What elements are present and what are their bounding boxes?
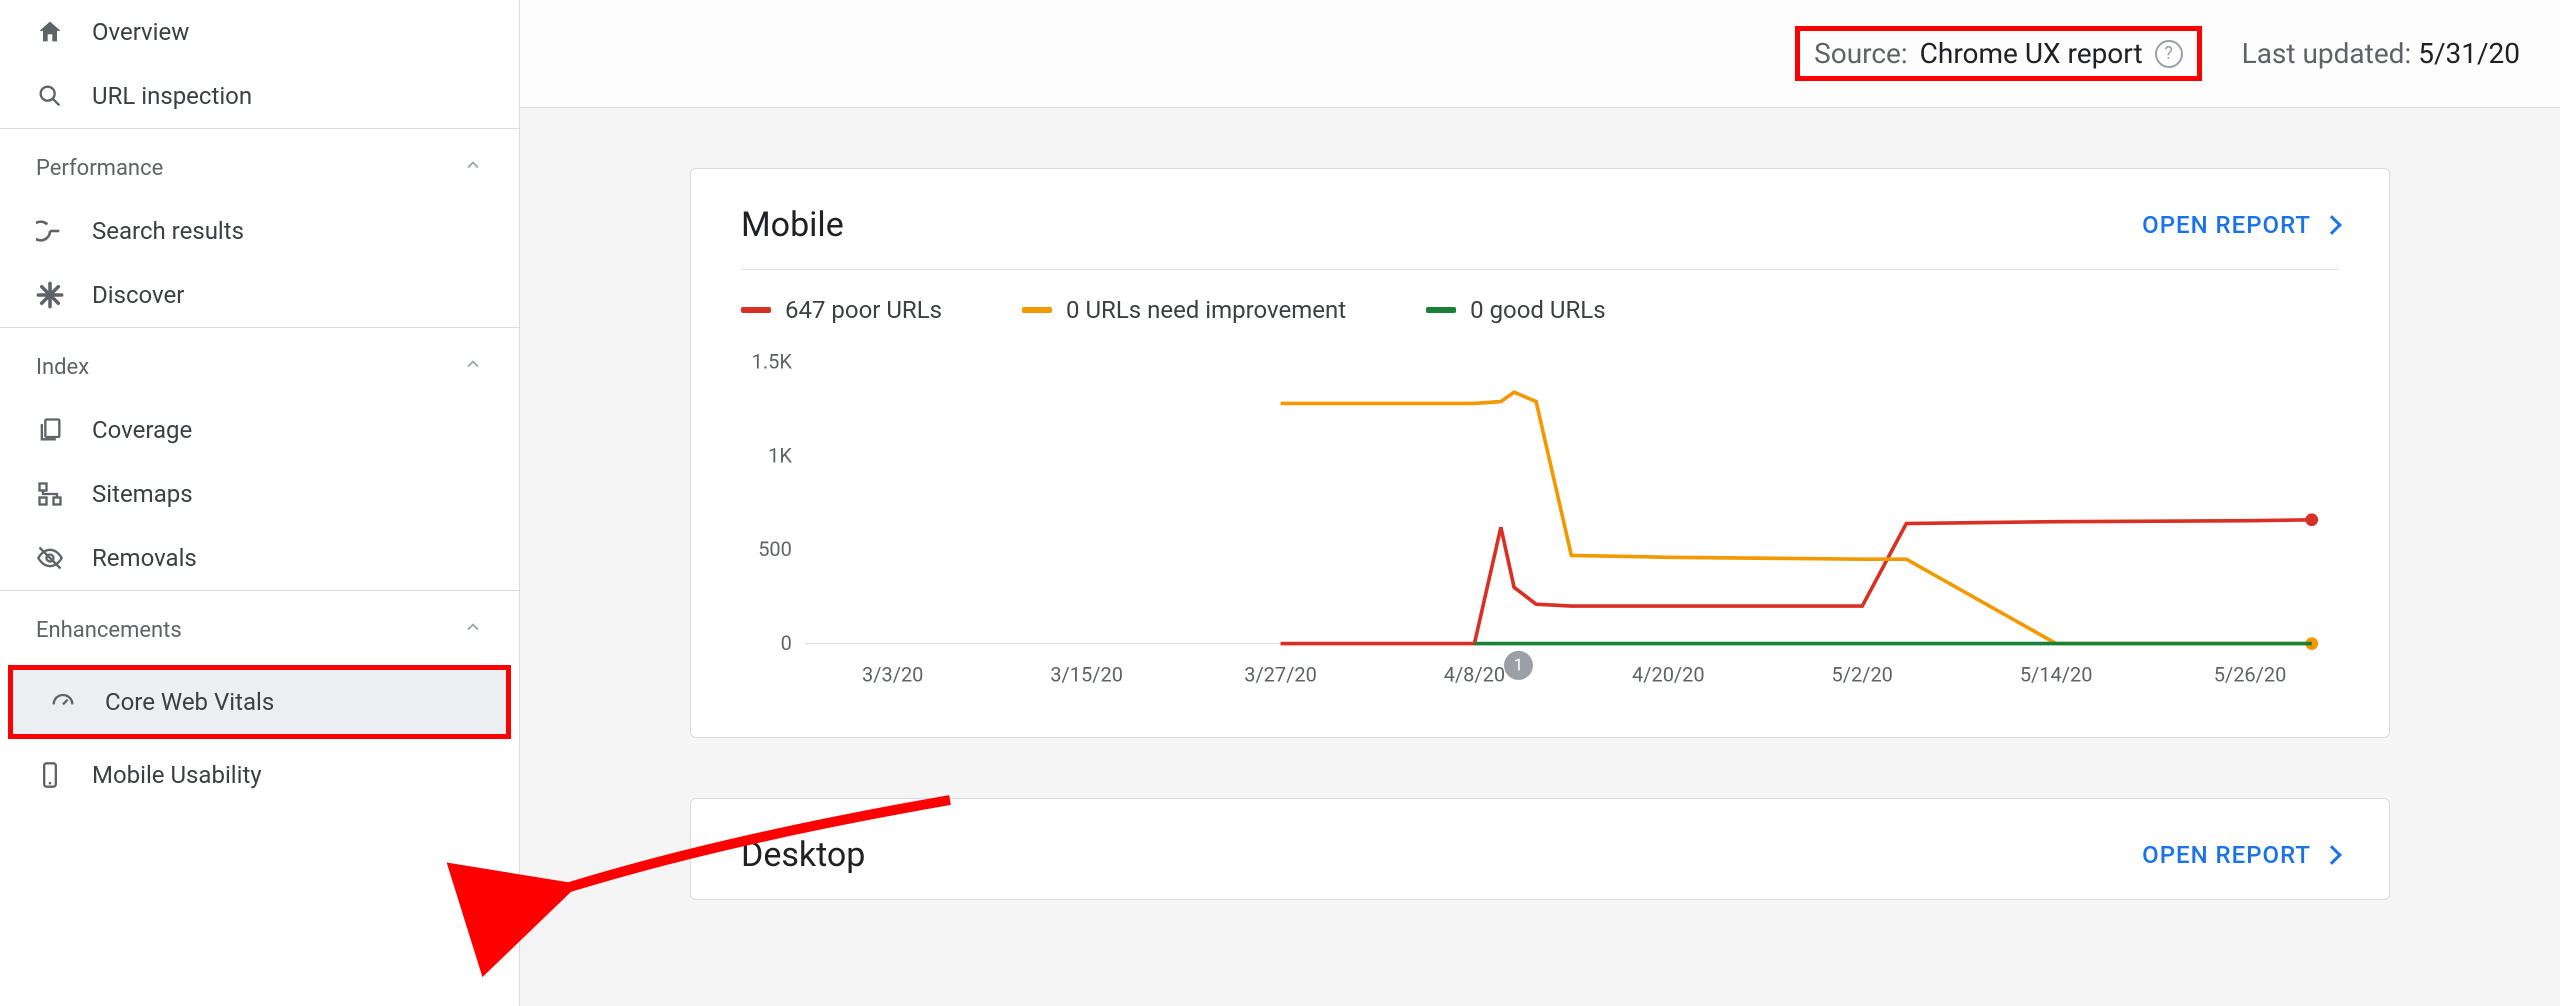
sidebar-item-label: Core Web Vitals — [105, 688, 274, 716]
sidebar-item-label: Search results — [92, 217, 244, 245]
sidebar-item-sitemaps[interactable]: Sitemaps — [0, 462, 519, 526]
mobile-chart: 1.5K 1K 500 0 3/3/20 3/15/20 3/27/20 4/8/20 4/20… — [741, 344, 2339, 707]
updated-value: 5/31/20 — [2418, 37, 2520, 70]
section-title: Index — [36, 355, 89, 380]
svg-text:1.5K: 1.5K — [752, 350, 793, 374]
svg-text:1K: 1K — [768, 443, 792, 467]
sidebar-item-label: Mobile Usability — [92, 761, 262, 789]
sidebar-item-label: Coverage — [92, 416, 192, 444]
source-value: Chrome UX report — [1920, 37, 2143, 70]
help-icon[interactable]: ? — [2155, 40, 2183, 68]
svg-text:3/3/20: 3/3/20 — [862, 663, 923, 687]
g-icon — [36, 217, 64, 245]
sidebar-item-label: URL inspection — [92, 82, 252, 110]
swatch-red — [741, 307, 771, 313]
chart-container: 1.5K 1K 500 0 3/3/20 3/15/20 3/27/20 4/8/20 4/20… — [691, 334, 2389, 737]
app-root: Overview URL inspection Performance Sear… — [0, 0, 2560, 1006]
sidebar-item-label: Overview — [92, 18, 189, 46]
sidebar-section-index[interactable]: Index — [0, 328, 519, 398]
source-label: Source: — [1814, 37, 1908, 70]
legend-need-improvement: 0 URLs need improvement — [1022, 296, 1346, 324]
legend-good: 0 good URLs — [1426, 296, 1605, 324]
legend-label: 0 good URLs — [1470, 296, 1605, 324]
svg-text:0: 0 — [781, 631, 792, 655]
card-header: Mobile OPEN REPORT — [691, 169, 2389, 269]
phone-icon — [36, 761, 64, 789]
speedometer-icon — [49, 688, 77, 716]
svg-text:1: 1 — [1514, 656, 1523, 675]
legend-poor: 647 poor URLs — [741, 296, 942, 324]
svg-text:4/20/20: 4/20/20 — [1632, 663, 1705, 687]
card-header: Desktop OPEN REPORT — [691, 799, 2389, 899]
svg-text:3/27/20: 3/27/20 — [1244, 663, 1317, 687]
card-title: Desktop — [741, 835, 865, 875]
open-report-link[interactable]: OPEN REPORT — [2142, 841, 2339, 869]
svg-text:3/15/20: 3/15/20 — [1050, 663, 1123, 687]
legend-label: 0 URLs need improvement — [1066, 296, 1346, 324]
chevron-right-icon — [2322, 845, 2342, 865]
mobile-card: Mobile OPEN REPORT 647 poor URLs 0 URLs … — [690, 168, 2390, 738]
swatch-green — [1426, 307, 1456, 313]
svg-text:5/14/20: 5/14/20 — [2020, 663, 2093, 687]
sidebar-item-label: Removals — [92, 544, 197, 572]
home-icon — [36, 18, 64, 46]
svg-text:4/8/20: 4/8/20 — [1444, 663, 1505, 687]
sidebar-item-url-inspection[interactable]: URL inspection — [0, 64, 519, 128]
svg-text:5/26/20: 5/26/20 — [2214, 663, 2287, 687]
open-report-label: OPEN REPORT — [2142, 841, 2311, 869]
svg-text:500: 500 — [758, 537, 792, 561]
last-updated: Last updated: 5/31/20 — [2242, 37, 2520, 70]
section-title: Performance — [36, 156, 163, 181]
swatch-amber — [1022, 307, 1052, 313]
sidebar-item-label: Sitemaps — [92, 480, 193, 508]
sidebar-item-removals[interactable]: Removals — [0, 526, 519, 590]
chevron-up-icon — [463, 155, 483, 181]
card-title: Mobile — [741, 205, 844, 245]
open-report-link[interactable]: OPEN REPORT — [2142, 211, 2339, 239]
content-area: Mobile OPEN REPORT 647 poor URLs 0 URLs … — [520, 108, 2560, 900]
sidebar-section-performance[interactable]: Performance — [0, 129, 519, 199]
topbar: Source: Chrome UX report ? Last updated:… — [520, 0, 2560, 108]
sidebar-item-search-results[interactable]: Search results — [0, 199, 519, 263]
open-report-label: OPEN REPORT — [2142, 211, 2311, 239]
sidebar: Overview URL inspection Performance Sear… — [0, 0, 520, 1006]
legend-label: 647 poor URLs — [785, 296, 942, 324]
sidebar-item-mobile-usability[interactable]: Mobile Usability — [0, 743, 519, 807]
updated-label: Last updated: — [2242, 37, 2412, 70]
chevron-up-icon — [463, 617, 483, 643]
chevron-right-icon — [2322, 215, 2342, 235]
svg-text:5/2/20: 5/2/20 — [1832, 663, 1893, 687]
main-content: Source: Chrome UX report ? Last updated:… — [520, 0, 2560, 1006]
pages-icon — [36, 416, 64, 444]
eye-off-icon — [36, 544, 64, 572]
asterisk-icon — [36, 281, 64, 309]
chevron-up-icon — [463, 354, 483, 380]
sitemap-icon — [36, 480, 64, 508]
sidebar-section-enhancements[interactable]: Enhancements — [0, 591, 519, 661]
sidebar-item-overview[interactable]: Overview — [0, 0, 519, 64]
sidebar-item-coverage[interactable]: Coverage — [0, 398, 519, 462]
search-icon — [36, 82, 64, 110]
sidebar-item-discover[interactable]: Discover — [0, 263, 519, 327]
desktop-card: Desktop OPEN REPORT — [690, 798, 2390, 900]
sidebar-item-label: Discover — [92, 281, 184, 309]
source-info: Source: Chrome UX report ? — [1795, 26, 2201, 81]
sidebar-item-core-web-vitals[interactable]: Core Web Vitals — [8, 665, 511, 739]
chart-legend: 647 poor URLs 0 URLs need improvement 0 … — [691, 270, 2389, 334]
section-title: Enhancements — [36, 618, 182, 643]
